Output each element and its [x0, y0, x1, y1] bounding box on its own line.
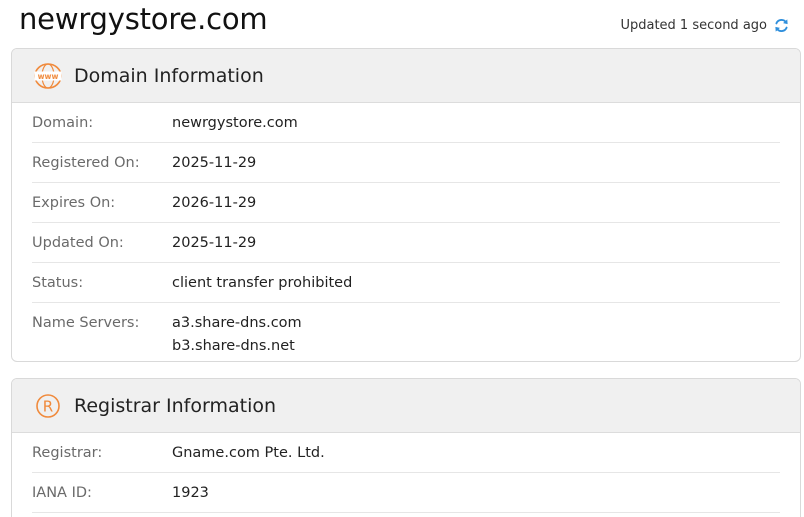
- updated-status: Updated 1 second ago: [620, 17, 790, 34]
- iana-id-row: IANA ID: 1923: [32, 473, 780, 513]
- expires-on-label: Expires On:: [32, 194, 116, 211]
- updated-on-row: Updated On: 2025-11-29: [32, 223, 780, 263]
- iana-id-value: 1923: [172, 484, 209, 501]
- site-title: newrgystore.com: [19, 2, 268, 36]
- refresh-icon[interactable]: [773, 17, 790, 34]
- status-value: client transfer prohibited: [172, 274, 353, 291]
- domain-value: newrgystore.com: [172, 114, 298, 131]
- updated-on-label: Updated On:: [32, 234, 124, 251]
- iana-id-label: IANA ID:: [32, 484, 92, 501]
- registrar-information-rows: Registrar: Gname.com Pte. Ltd. IANA ID: …: [12, 433, 800, 513]
- page: newrgystore.com Updated 1 second ago www: [0, 0, 804, 517]
- registrar-row: Registrar: Gname.com Pte. Ltd.: [32, 433, 780, 473]
- svg-text:R: R: [43, 397, 53, 415]
- expires-on-row: Expires On: 2026-11-29: [32, 183, 780, 223]
- domain-row: Domain: newrgystore.com: [32, 103, 780, 143]
- domain-information-title: Domain Information: [74, 64, 264, 87]
- www-icon: www: [33, 61, 63, 91]
- registrar-information-header: R Registrar Information: [12, 379, 800, 433]
- registrar-value: Gname.com Pte. Ltd.: [172, 444, 325, 461]
- expires-on-value: 2026-11-29: [172, 194, 257, 211]
- svg-text:www: www: [38, 72, 59, 81]
- name-server-item: b3.share-dns.net: [172, 338, 295, 354]
- registrar-label: Registrar:: [32, 444, 103, 461]
- domain-label: Domain:: [32, 114, 94, 131]
- registered-on-row: Registered On: 2025-11-29: [32, 143, 780, 183]
- name-server-item: a3.share-dns.com: [172, 315, 302, 331]
- updated-text: Updated 1 second ago: [620, 18, 767, 33]
- status-label: Status:: [32, 274, 84, 291]
- registered-on-label: Registered On:: [32, 154, 140, 171]
- registered-on-value: 2025-11-29: [172, 154, 257, 171]
- registrar-information-card: R Registrar Information Registrar: Gname…: [11, 378, 801, 517]
- registered-icon: R: [33, 391, 63, 421]
- registrar-information-title: Registrar Information: [74, 394, 277, 417]
- status-row: Status: client transfer prohibited: [32, 263, 780, 303]
- domain-information-card: www Domain Information Domain: newrgysto…: [11, 48, 801, 362]
- name-servers-list: a3.share-dns.com b3.share-dns.net: [172, 312, 302, 358]
- name-servers-label: Name Servers:: [32, 315, 140, 331]
- updated-on-value: 2025-11-29: [172, 234, 257, 251]
- domain-information-rows: Domain: newrgystore.com Registered On: 2…: [12, 103, 800, 361]
- domain-information-header: www Domain Information: [12, 49, 800, 103]
- name-servers-row: Name Servers: a3.share-dns.com b3.share-…: [32, 303, 780, 361]
